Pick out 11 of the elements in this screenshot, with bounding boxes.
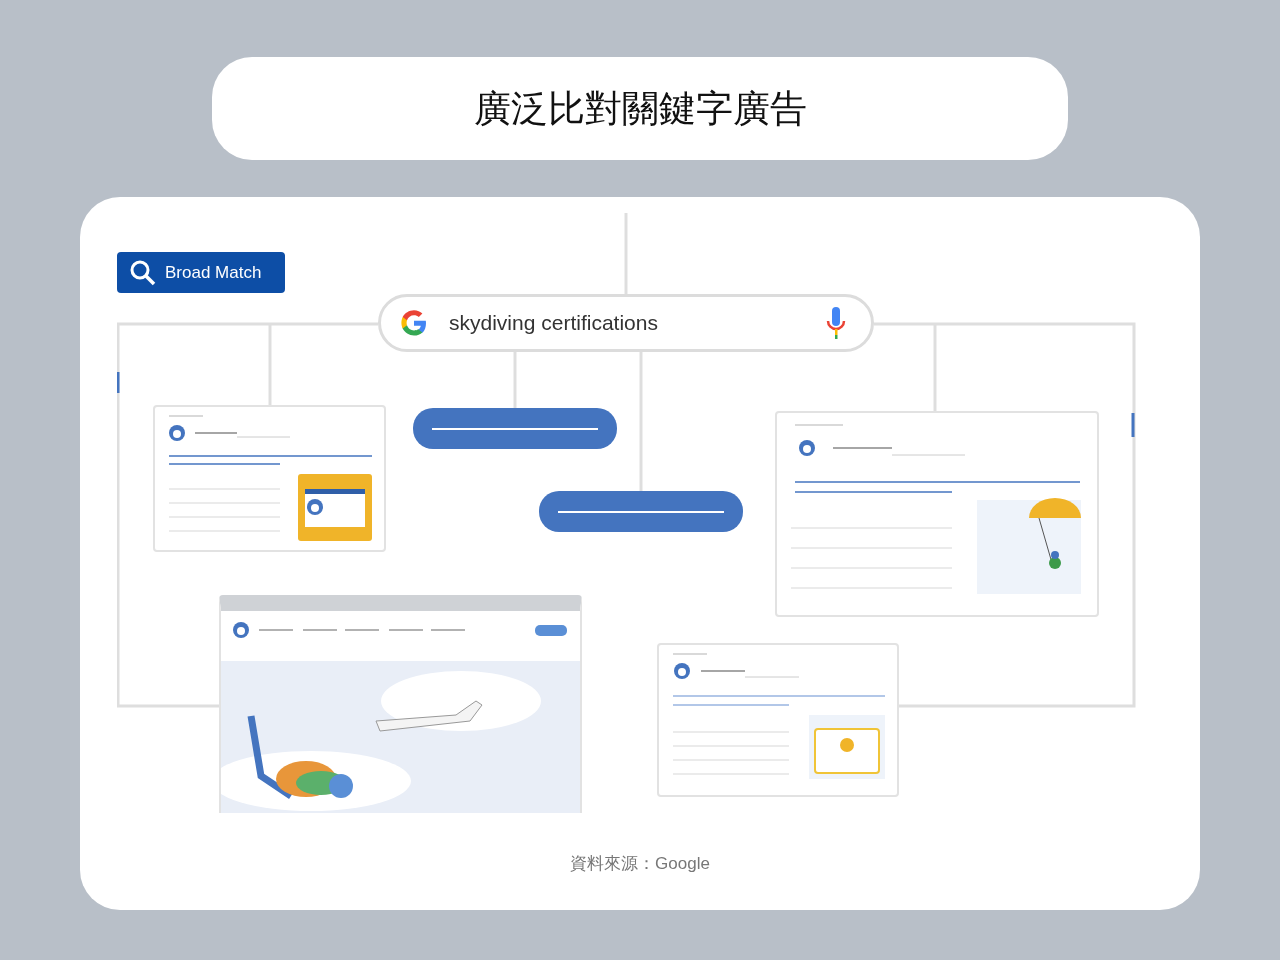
search-icon xyxy=(129,258,157,287)
page-title: 廣泛比對關鍵字廣告 xyxy=(473,85,807,132)
accent-mark xyxy=(1131,413,1135,437)
badge-label: Broad Match xyxy=(165,262,262,283)
google-logo-icon xyxy=(399,308,429,338)
connector-line xyxy=(513,352,517,408)
search-query: skydiving certifications xyxy=(449,311,659,335)
accent-mark xyxy=(117,372,120,393)
source-credit: 資料來源：Google xyxy=(569,853,711,875)
microphone-icon[interactable] xyxy=(825,306,847,340)
search-field[interactable]: skydiving certifications xyxy=(378,294,874,352)
